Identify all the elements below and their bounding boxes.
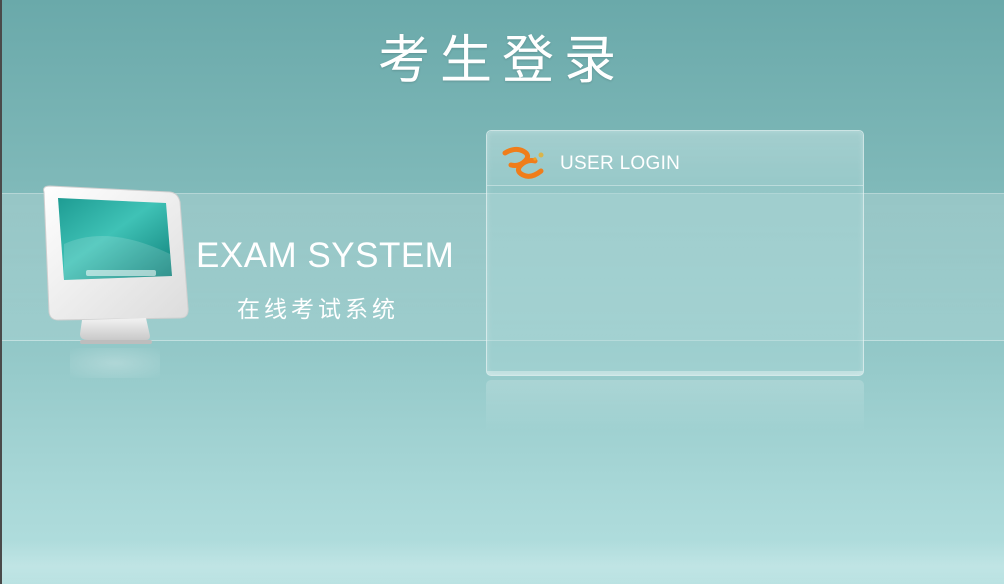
- monitor-reflection: [70, 348, 160, 378]
- login-panel-footer: [487, 371, 863, 375]
- logo-icon: [502, 146, 544, 179]
- login-panel-reflection: [486, 380, 864, 432]
- login-title: USER LOGIN: [560, 153, 681, 174]
- login-header: USER LOGIN: [487, 131, 863, 186]
- login-body: [487, 186, 863, 371]
- monitor-icon: [43, 185, 189, 344]
- page-title: 考生登录: [377, 31, 626, 91]
- floor-glow: [2, 540, 1004, 584]
- login-panel: USER LOGIN: [486, 130, 864, 376]
- system-title: EXAM SYSTEM: [196, 236, 455, 275]
- system-subtitle: 在线考试系统: [237, 297, 399, 323]
